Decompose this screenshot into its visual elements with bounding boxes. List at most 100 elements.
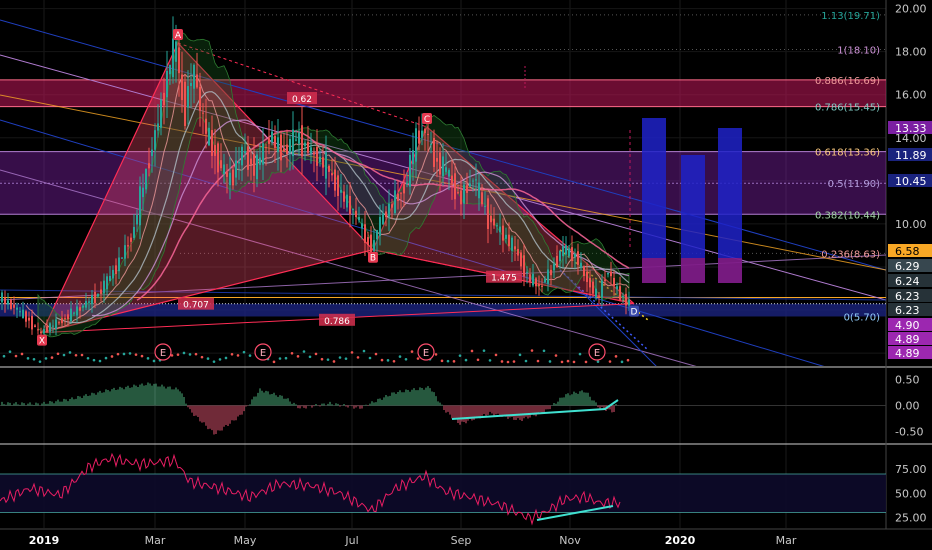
candle-body	[91, 295, 93, 305]
candle-body	[346, 194, 348, 208]
volume-dot	[188, 353, 192, 356]
fib-level-label: 0.382(10.44)	[815, 210, 880, 221]
candle-body	[283, 148, 285, 152]
candle-body	[520, 252, 522, 267]
candle-body	[157, 123, 159, 131]
candle-body	[607, 272, 609, 275]
candle-body	[385, 211, 387, 218]
candle-body	[571, 247, 573, 261]
candle-body	[40, 331, 42, 334]
candle-body	[190, 82, 192, 87]
candle-body	[436, 158, 438, 162]
candle-body	[67, 314, 69, 320]
candle-body	[181, 74, 183, 101]
candle-body	[583, 266, 585, 276]
candle-body	[118, 257, 120, 272]
price-tag-label: 4.89	[895, 333, 920, 346]
candle-body	[445, 167, 447, 172]
candle-body	[601, 280, 603, 298]
candle-body	[316, 146, 318, 166]
candle-body	[310, 147, 312, 154]
volume-dot	[344, 357, 348, 360]
fib-level-label: 0.618(13.36)	[815, 148, 880, 159]
volume-dot	[134, 353, 138, 356]
price-tag-label: 11.89	[895, 149, 927, 162]
fib-band-pink	[0, 79, 886, 107]
price-axis[interactable]: 20.0018.0016.0014.0012.0010.008.006.004.…	[888, 3, 932, 360]
macd-axis-label: -0.50	[895, 426, 923, 439]
candle-body	[121, 257, 123, 259]
candle-body	[340, 189, 342, 193]
candle-body	[451, 175, 453, 184]
candle-body	[547, 269, 549, 284]
candle-body	[100, 289, 102, 294]
candle-body	[46, 326, 48, 333]
macd-axis-label: 0.00	[895, 400, 920, 413]
time-axis-label: Nov	[559, 534, 581, 547]
volume-dot	[488, 359, 492, 362]
candle-body	[349, 196, 351, 215]
volume-dot	[596, 360, 600, 363]
candle-body	[145, 168, 147, 190]
volume-dot	[542, 349, 546, 353]
candle-body	[7, 300, 9, 305]
volume-dot	[302, 350, 306, 353]
candle-body	[472, 180, 474, 182]
candle-body	[487, 198, 489, 229]
volume-dot	[458, 354, 462, 357]
candle-body	[415, 128, 417, 162]
pattern-point-label: C	[424, 115, 430, 125]
candle-body	[301, 125, 303, 157]
candle-body	[442, 156, 444, 177]
candle-body	[556, 255, 558, 268]
candle-body	[16, 307, 18, 310]
target-box-base	[718, 258, 742, 283]
candle-body	[463, 184, 465, 204]
volume-dot	[278, 357, 282, 360]
candle-body	[466, 185, 468, 193]
chart[interactable]: E E E E X A B C D 0.62 1.475 0.707 0.786 1.13(19.71…	[0, 0, 932, 550]
volume-dot	[176, 353, 180, 356]
volume-dot	[26, 357, 30, 360]
candle-body	[163, 92, 165, 106]
candle-body	[73, 312, 75, 314]
candle-body	[307, 141, 309, 153]
candle-body	[490, 215, 492, 223]
volume-dot	[68, 351, 72, 354]
candle-body	[106, 276, 108, 290]
volume-dot	[578, 352, 582, 356]
volume-dot	[464, 358, 468, 362]
volume-dot	[350, 351, 354, 354]
candle-body	[34, 325, 36, 327]
candle-body	[88, 301, 90, 303]
volume-dot	[272, 360, 276, 364]
volume-dot	[200, 355, 204, 359]
candle-body	[529, 274, 531, 282]
candle-body	[616, 286, 618, 290]
candle-body	[595, 288, 597, 297]
rsi-band-fill	[0, 473, 886, 513]
volume-dot	[566, 359, 570, 363]
candle-body	[187, 86, 189, 108]
candle-body	[229, 172, 231, 186]
candle-body	[214, 145, 216, 156]
candle-body	[265, 147, 267, 149]
time-axis-label: Mar	[776, 534, 797, 547]
candle-body	[4, 297, 6, 305]
candle-body	[469, 183, 471, 187]
volume-dot	[398, 355, 402, 358]
volume-dot	[110, 355, 114, 358]
candle-body	[334, 169, 336, 191]
candle-body	[589, 277, 591, 288]
volume-dot	[116, 352, 120, 356]
candle-body	[448, 170, 450, 177]
candle-body	[277, 137, 279, 153]
candle-body	[232, 169, 234, 186]
time-axis-label: 2020	[665, 534, 696, 547]
candle-body	[127, 245, 129, 247]
candle-body	[460, 190, 462, 205]
volume-dot	[584, 360, 588, 364]
earnings-marker-label: E	[594, 348, 600, 359]
candle-body	[517, 249, 519, 256]
ratio-label: 1.475	[491, 274, 517, 284]
